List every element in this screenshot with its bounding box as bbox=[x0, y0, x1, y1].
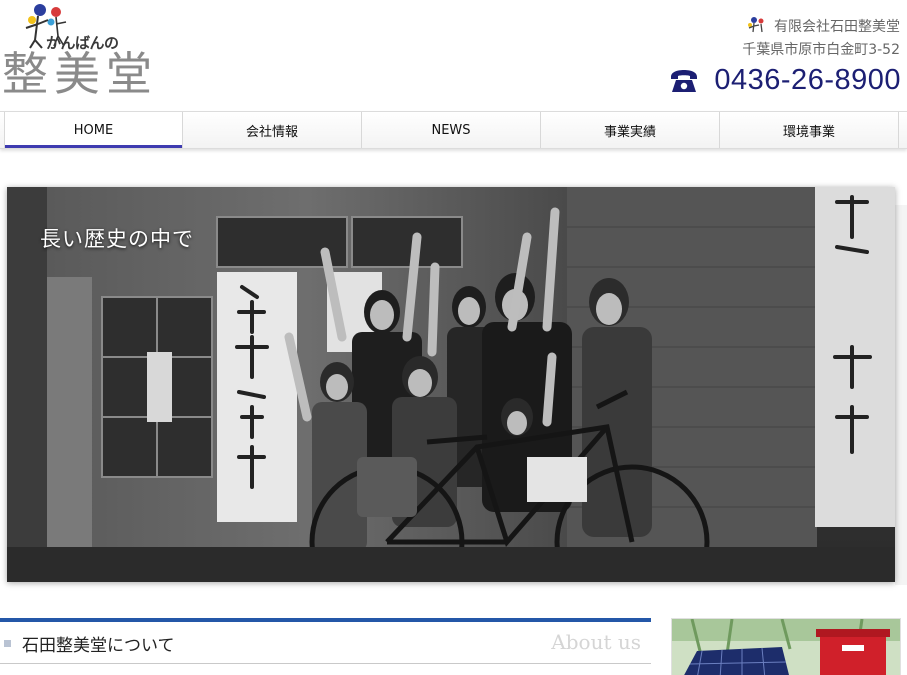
company-address: 千葉県市原市白金町3-52 bbox=[742, 42, 900, 58]
nav-item-company[interactable]: 会社情報 bbox=[183, 112, 362, 148]
nav-item-label: 会社情報 bbox=[245, 124, 298, 140]
site-header: かんばんの 整美堂 有限会社石田整美堂 千葉県市原市白金町3-52 0436-2… bbox=[0, 0, 907, 112]
about-section-heading: 石田整美堂について About us bbox=[0, 618, 651, 664]
nav-item-label: 環境事業 bbox=[782, 124, 835, 140]
figures-icon bbox=[748, 17, 764, 33]
telephone-icon bbox=[671, 69, 698, 92]
nav-item-environment[interactable]: 環境事業 bbox=[720, 112, 899, 148]
about-title: 石田整美堂について bbox=[22, 636, 175, 656]
logo-title: 整美堂 bbox=[2, 47, 158, 101]
nav-item-label: NEWS bbox=[431, 122, 471, 138]
solar-panel-image bbox=[672, 619, 900, 675]
company-info: 有限会社石田整美堂 千葉県市原市白金町3-52 bbox=[742, 16, 900, 59]
company-name: 有限会社石田整美堂 bbox=[774, 19, 900, 35]
phone-contact[interactable]: 0436-26-8900 bbox=[668, 64, 901, 97]
nav-item-works[interactable]: 事業実績 bbox=[541, 112, 720, 148]
heading-bullet-icon bbox=[4, 640, 11, 647]
hero-shadow-edge bbox=[895, 205, 907, 585]
nav-item-home[interactable]: HOME bbox=[4, 112, 183, 148]
main-nav: HOME 会社情報 NEWS 事業実績 環境事業 bbox=[0, 111, 907, 149]
page: かんばんの 整美堂 有限会社石田整美堂 千葉県市原市白金町3-52 0436-2… bbox=[0, 0, 907, 675]
site-logo[interactable]: かんばんの 整美堂 bbox=[2, 2, 187, 102]
hero-slideshow[interactable]: 長い歴史の中で bbox=[7, 187, 895, 582]
nav-item-news[interactable]: NEWS bbox=[362, 112, 541, 148]
nav-item-label: 事業実績 bbox=[603, 124, 656, 140]
environment-banner-thumbnail[interactable] bbox=[671, 618, 901, 675]
about-subtitle: About us bbox=[551, 630, 641, 654]
phone-number: 0436-26-8900 bbox=[714, 64, 901, 96]
nav-item-label: HOME bbox=[73, 122, 114, 138]
hero-caption: 長い歴史の中で bbox=[40, 227, 194, 251]
